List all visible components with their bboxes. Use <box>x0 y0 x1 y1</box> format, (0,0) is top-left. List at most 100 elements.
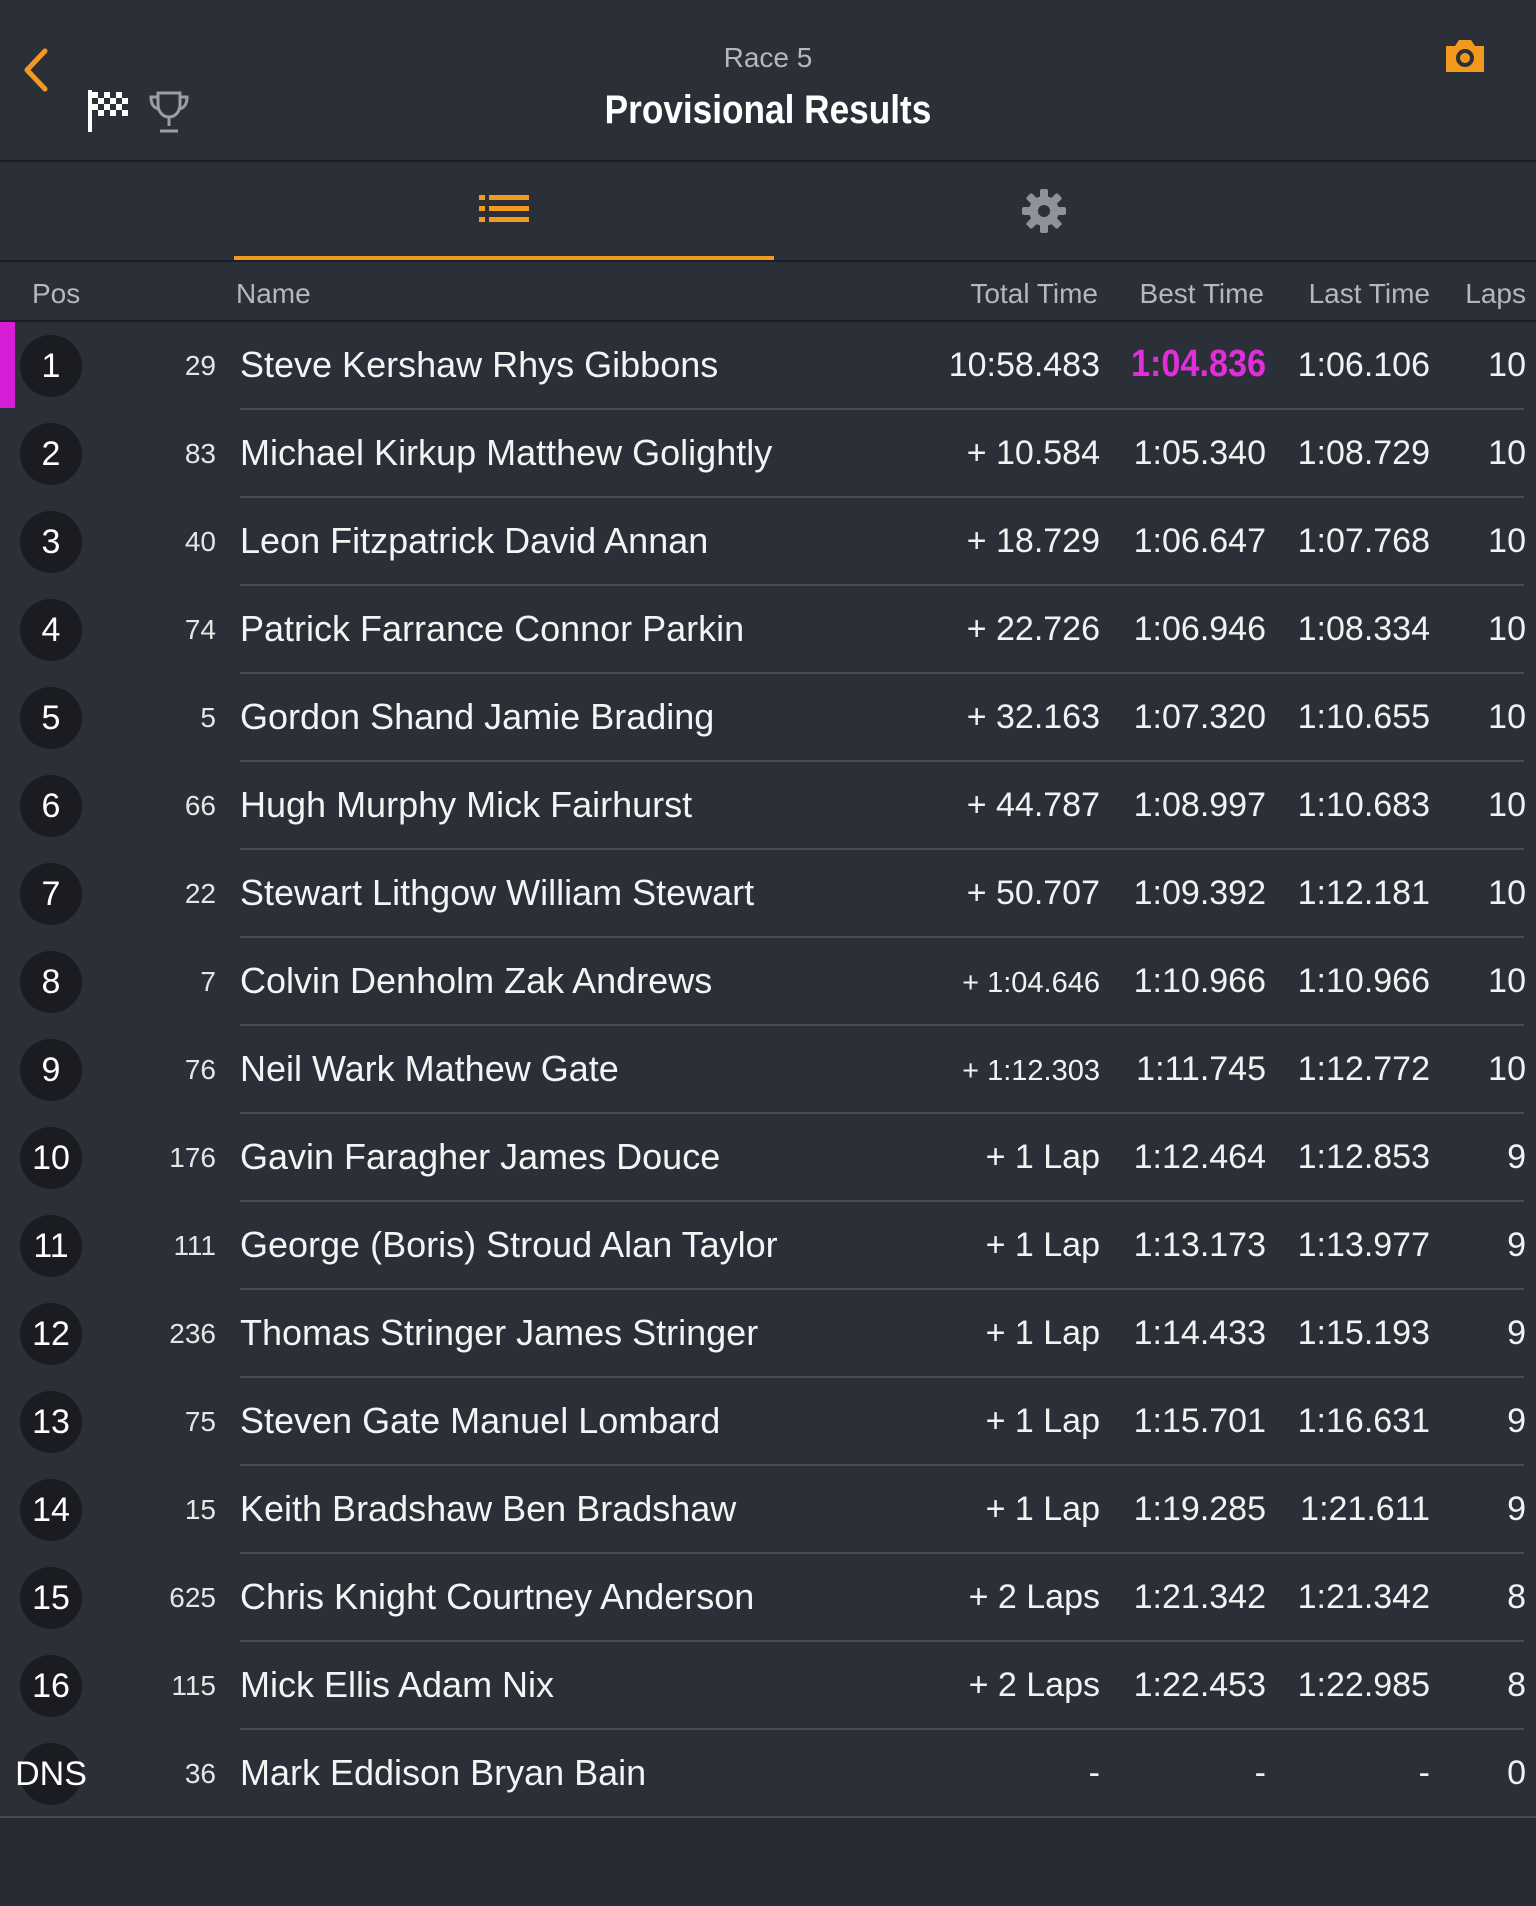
last-time: 1:10.966 <box>1297 962 1430 1000</box>
total-time: + 2 Laps <box>968 1578 1100 1616</box>
best-time: 1:04.836 <box>1130 343 1266 385</box>
table-row[interactable]: 16 115 Mick Ellis Adam Nix + 2 Laps 1:22.453… <box>0 1642 1536 1730</box>
table-row[interactable]: 9 76 Neil Wark Mathew Gate + 1:12.303 1:11.7… <box>0 1026 1536 1114</box>
position-badge: 9 <box>20 1039 82 1101</box>
results-table: 1 29 Steve Kershaw Rhys Gibbons 10:58.483 1:… <box>0 322 1536 1818</box>
driver-names: Steve Kershaw Rhys Gibbons <box>240 344 719 385</box>
table-row[interactable]: 3 40 Leon Fitzpatrick David Annan + 18.729 1… <box>0 498 1536 586</box>
table-row[interactable]: 2 83 Michael Kirkup Matthew Golightly + 10.… <box>0 410 1536 498</box>
laps-count: 9 <box>1507 1138 1526 1176</box>
table-row[interactable]: 1 29 Steve Kershaw Rhys Gibbons 10:58.483 1:… <box>0 322 1536 410</box>
driver-names: Colvin Denholm Zak Andrews <box>240 960 713 1001</box>
table-row[interactable]: 12 236 Thomas Stringer James Stringer + 1 L… <box>0 1290 1536 1378</box>
position-badge: 15 <box>20 1567 82 1629</box>
best-time: 1:06.647 <box>1133 522 1266 560</box>
table-row[interactable]: 7 22 Stewart Lithgow William Stewart + 50.7… <box>0 850 1536 938</box>
car-number: 22 <box>184 878 216 909</box>
table-row[interactable]: DNS 36 Mark Eddison Bryan Bain - - - 0 <box>0 1730 1536 1818</box>
laps-count: 9 <box>1507 1226 1526 1264</box>
gear-icon <box>1022 189 1066 233</box>
last-time: 1:10.683 <box>1297 786 1430 824</box>
best-time: 1:19.285 <box>1133 1490 1266 1528</box>
header-last-time: Last Time <box>1308 278 1430 309</box>
table-row[interactable]: 10 176 Gavin Faragher James Douce + 1 Lap 1:… <box>0 1114 1536 1202</box>
position-badge: 12 <box>20 1303 82 1365</box>
best-time: 1:09.392 <box>1133 874 1266 912</box>
car-number: 29 <box>184 350 216 381</box>
position-badge: 1 <box>20 335 82 397</box>
top-bar: Race 5 Provisional Results <box>0 0 1536 162</box>
car-number: 74 <box>184 614 216 645</box>
total-time: + 44.787 <box>966 786 1100 824</box>
car-number: 115 <box>171 1670 216 1701</box>
last-time: 1:22.985 <box>1297 1666 1430 1704</box>
laps-count: 8 <box>1507 1578 1526 1616</box>
car-number: 36 <box>184 1758 216 1789</box>
position-badge: 5 <box>20 687 82 749</box>
laps-count: 9 <box>1507 1490 1526 1528</box>
tab-results-list[interactable] <box>234 162 774 260</box>
tab-settings[interactable] <box>774 162 1314 260</box>
laps-count: 10 <box>1488 698 1526 736</box>
laps-count: 8 <box>1507 1666 1526 1704</box>
driver-names: Mick Ellis Adam Nix <box>240 1664 555 1705</box>
position-badge: 16 <box>20 1655 82 1717</box>
laps-count: 0 <box>1507 1754 1526 1792</box>
table-row[interactable]: 11 111 George (Boris) Stroud Alan Taylor + … <box>0 1202 1536 1290</box>
table-row[interactable]: 5 5 Gordon Shand Jamie Brading + 32.163 1:07… <box>0 674 1536 762</box>
header-name: Name <box>236 278 311 309</box>
table-row[interactable]: 15 625 Chris Knight Courtney Anderson + 2 L… <box>0 1554 1536 1642</box>
position-badge: 6 <box>20 775 82 837</box>
best-time: 1:08.997 <box>1133 786 1266 824</box>
car-number: 40 <box>184 526 216 557</box>
driver-names: Michael Kirkup Matthew Golightly <box>240 432 773 473</box>
best-time: 1:05.340 <box>1133 434 1266 472</box>
car-number: 111 <box>173 1230 216 1261</box>
best-time: 1:07.320 <box>1133 698 1266 736</box>
total-time: + 2 Laps <box>968 1666 1100 1704</box>
best-time: 1:12.464 <box>1133 1138 1266 1176</box>
last-time: 1:12.772 <box>1297 1050 1430 1088</box>
position-badge: 11 <box>20 1215 82 1277</box>
total-time: + 1:04.646 <box>962 967 1100 999</box>
last-time: - <box>1418 1754 1430 1792</box>
column-headers: Pos Name Total Time Best Time Last Time … <box>0 262 1536 322</box>
car-number: 75 <box>184 1406 216 1437</box>
last-time: 1:15.193 <box>1297 1314 1430 1352</box>
view-tabs <box>0 162 1536 262</box>
last-time: 1:08.334 <box>1297 610 1430 648</box>
camera-icon[interactable] <box>1442 36 1488 76</box>
laps-count: 10 <box>1488 1050 1526 1088</box>
best-time: 1:21.342 <box>1133 1578 1266 1616</box>
driver-names: Keith Bradshaw Ben Bradshaw <box>240 1488 737 1529</box>
driver-names: Gavin Faragher James Douce <box>240 1136 721 1177</box>
laps-count: 10 <box>1488 610 1526 648</box>
best-time: - <box>1254 1754 1266 1792</box>
last-time: 1:21.342 <box>1297 1578 1430 1616</box>
driver-names: Stewart Lithgow William Stewart <box>240 872 755 913</box>
table-row[interactable]: 4 74 Patrick Farrance Connor Parkin + 22.72… <box>0 586 1536 674</box>
total-time: + 1 Lap <box>985 1226 1100 1264</box>
last-time: 1:07.768 <box>1297 522 1430 560</box>
last-time: 1:06.106 <box>1297 346 1430 384</box>
table-row[interactable]: 14 15 Keith Bradshaw Ben Bradshaw + 1 Lap 1:… <box>0 1466 1536 1554</box>
table-row[interactable]: 6 66 Hugh Murphy Mick Fairhurst + 44.787 1:0… <box>0 762 1536 850</box>
total-time: + 32.163 <box>966 698 1100 736</box>
position-badge: DNS <box>15 1743 87 1805</box>
laps-count: 10 <box>1488 522 1526 560</box>
car-number: 83 <box>184 438 216 469</box>
position-badge: 2 <box>20 423 82 485</box>
position-badge: 8 <box>20 951 82 1013</box>
total-time: + 50.707 <box>966 874 1100 912</box>
total-time: - <box>1088 1754 1100 1792</box>
table-row[interactable]: 13 75 Steven Gate Manuel Lombard + 1 Lap 1:1… <box>0 1378 1536 1466</box>
car-number: 76 <box>184 1054 216 1085</box>
race-subtitle: Race 5 <box>723 42 813 73</box>
car-number: 625 <box>169 1582 216 1613</box>
driver-names: Patrick Farrance Connor Parkin <box>240 608 745 649</box>
driver-names: Thomas Stringer James Stringer <box>240 1312 759 1353</box>
best-time: 1:13.173 <box>1133 1226 1266 1264</box>
table-row[interactable]: 8 7 Colvin Denholm Zak Andrews + 1:04.646 1:… <box>0 938 1536 1026</box>
total-time: 10:58.483 <box>948 346 1100 384</box>
position-badge: 14 <box>20 1479 82 1541</box>
